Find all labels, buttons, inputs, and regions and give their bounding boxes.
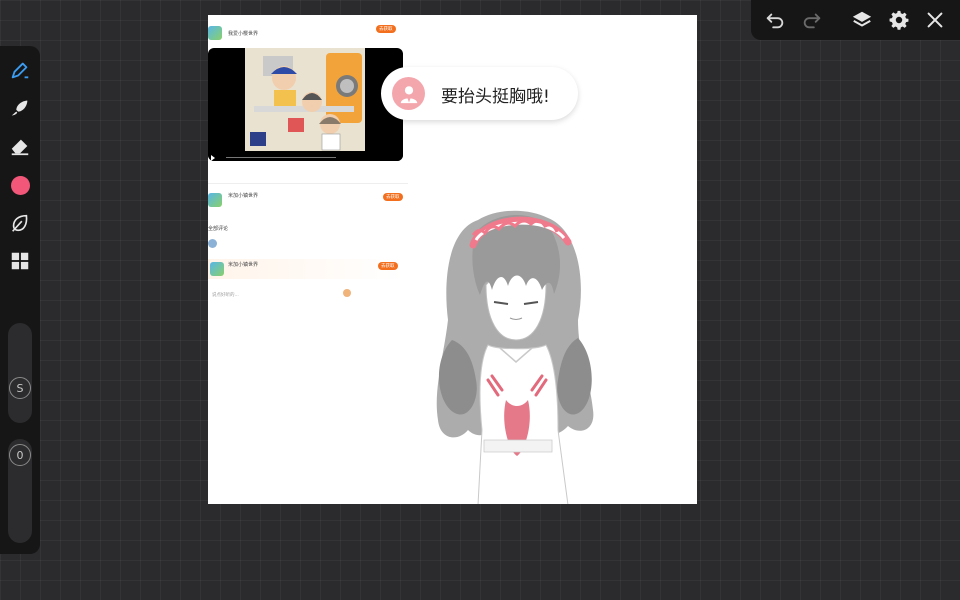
comments-header: 全部评论 [208,226,229,232]
brush-library-button[interactable] [6,209,34,237]
layers-icon [852,11,872,27]
leaf-icon [12,214,28,232]
smudge-icon [11,100,28,116]
character-drawing [436,210,594,504]
color-swatch-button[interactable] [6,171,34,199]
eraser-icon [11,139,29,156]
divider [208,183,408,184]
pasted-screenshot: 我爱小樱世界 去获取 米加小镇世界 去获取 全部评论 米加小镇世界 去获取 说点… [208,15,408,305]
speaker-avatar [392,77,425,110]
close-icon [927,12,943,28]
eraser-tool[interactable] [6,132,34,160]
comment-input-placeholder: 说点好听的... [212,293,239,298]
card2-title: 米加小镇世界 [228,193,259,199]
app-icon [208,26,222,40]
pen-icon [11,62,29,79]
color-swatch [10,175,30,195]
brush-size-slider[interactable]: S [8,323,32,423]
grid-icon [11,252,29,270]
card3-title: 米加小镇世界 [228,262,259,268]
redo-icon [803,13,821,29]
tool-rail: S 0 [0,46,40,554]
gallery-button[interactable] [6,247,34,275]
opacity-slider[interactable]: 0 [8,439,32,543]
undo-icon [766,13,784,29]
brush-size-thumb[interactable]: S [9,377,31,399]
emoji-icon [343,289,351,297]
card3-get-chip: 去获取 [378,262,398,270]
settings-button[interactable] [887,8,911,32]
card2-app-icon [208,193,222,207]
speech-text: 要抬头挺胸哦! [441,87,550,107]
get-app-chip: 去获取 [376,25,396,33]
app-name: 我爱小樱世界 [228,31,259,37]
gear-icon [889,10,909,30]
speech-bubble: 要抬头挺胸哦! [381,67,578,120]
top-control-panel [751,0,960,40]
card3-app-icon [210,262,224,276]
undo-button[interactable] [763,8,787,32]
layers-button[interactable] [850,8,874,32]
close-button[interactable] [923,8,947,32]
redo-button[interactable] [800,8,824,32]
pen-tool[interactable] [6,56,34,84]
opacity-thumb[interactable]: 0 [9,444,31,466]
person-icon [400,85,417,103]
card2-get-chip: 去获取 [383,193,403,201]
video-player [208,48,403,161]
smudge-tool[interactable] [6,94,34,122]
commenter-avatar [208,239,217,248]
video-frame-illustration [208,48,403,161]
